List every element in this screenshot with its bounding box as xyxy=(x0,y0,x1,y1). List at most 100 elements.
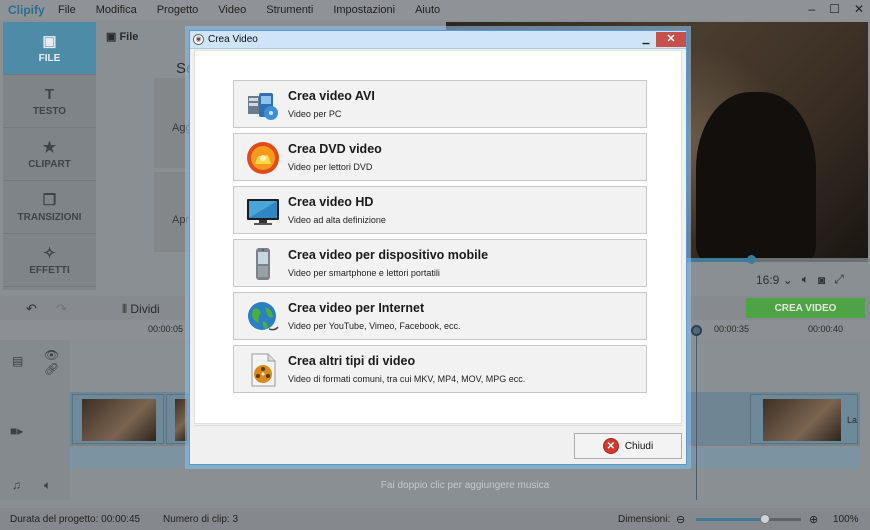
magic-wand-icon: ✧ xyxy=(43,245,56,262)
track-headers: ▤ 👁︎ 🔗︎ ■▸ ♫ 🔈︎ xyxy=(0,340,70,500)
option-dvd[interactable]: Crea DVD video Video per lettori DVD xyxy=(233,133,647,181)
film-document-icon xyxy=(251,353,276,387)
preview-subject xyxy=(696,92,816,258)
option-title: Crea video HD xyxy=(288,195,374,209)
zoom-value: 100% xyxy=(833,513,859,525)
volume-icon[interactable]: 🔈︎ xyxy=(802,272,809,287)
open-folder-box[interactable]: Apr xyxy=(154,172,190,252)
option-hd[interactable]: Crea video HD Video ad alta definizione xyxy=(233,186,647,234)
option-title: Crea video AVI xyxy=(288,89,375,103)
zoom-slider-handle[interactable] xyxy=(760,514,770,524)
sidebar-item-testo[interactable]: T TESTO xyxy=(3,75,96,128)
minimize-button[interactable]: – xyxy=(808,2,815,16)
sidebar-item-file[interactable]: ▣ FILE xyxy=(3,22,96,75)
menu-progetto[interactable]: Progetto xyxy=(157,4,199,16)
image-icon: ▣ xyxy=(106,31,120,43)
option-other-formats[interactable]: Crea altri tipi di video Video di format… xyxy=(233,345,647,393)
eye-icon[interactable]: 👁︎ xyxy=(44,348,59,362)
zoom-out-icon[interactable]: ⊖ xyxy=(676,513,685,526)
option-title: Crea altri tipi di video xyxy=(288,354,416,368)
seekbar-handle[interactable] xyxy=(747,255,756,264)
option-avi[interactable]: Crea video AVI Video per PC xyxy=(233,80,647,128)
option-title: Crea video per dispositivo mobile xyxy=(288,248,489,262)
dimensions-label: Dimensioni: xyxy=(618,513,671,525)
clip-label: La xyxy=(847,415,858,425)
create-video-button[interactable]: CREA VIDEO xyxy=(746,298,865,318)
close-window-button[interactable]: ✕ xyxy=(854,2,864,16)
fullscreen-icon[interactable]: ⤢ xyxy=(834,272,844,287)
sidebar-item-clipart[interactable]: ★ CLIPART xyxy=(3,128,96,181)
tab-file[interactable]: ▣ File xyxy=(106,30,138,43)
sidebar-item-label: FILE xyxy=(38,53,61,64)
window-controls: – ☐ ✕ xyxy=(808,2,864,16)
music-note-icon: ♫ xyxy=(12,478,21,492)
option-internet[interactable]: Crea video per Internet Video per YouTub… xyxy=(233,292,647,340)
zoom-in-icon[interactable]: ⊕ xyxy=(809,513,818,526)
add-files-box[interactable]: Agg xyxy=(154,78,192,168)
star-icon: ★ xyxy=(42,139,57,156)
ruler-tick: 00:00:40 xyxy=(808,324,844,334)
dialog-divider xyxy=(194,425,682,426)
split-button[interactable]: ⫴ Dividi xyxy=(122,302,160,317)
dialog-titlebar: ◉ Crea Video ▁ ✕ xyxy=(190,31,686,49)
undo-icon[interactable]: ↶ xyxy=(26,301,37,317)
option-subtitle: Video di formati comuni, tra cui MKV, MP… xyxy=(288,374,526,384)
create-video-dialog: ◉ Crea Video ▁ ✕ Crea video AVI Video pe… xyxy=(189,30,687,465)
link-icon[interactable]: 🔗︎ xyxy=(44,362,59,376)
dialog-close-x-button[interactable]: ✕ xyxy=(656,32,686,47)
sidebar-item-label: EFFETTI xyxy=(29,265,70,276)
zoom-slider-fill xyxy=(696,518,764,521)
transitions-icon: ❐ xyxy=(42,192,57,209)
music-track[interactable]: Fai doppio clic per aggiungere musica xyxy=(70,474,860,498)
mobile-phone-icon xyxy=(256,248,270,280)
menu-impostazioni[interactable]: Impostazioni xyxy=(333,4,395,16)
aspect-ratio-select[interactable]: 16:9 ⌄ xyxy=(756,273,793,287)
redo-icon[interactable]: ↷ xyxy=(56,301,67,317)
app-icon: ◉ xyxy=(193,34,204,45)
camera-icon[interactable]: ◙ xyxy=(818,273,825,287)
sidebar-item-effetti[interactable]: ✧ EFFETTI xyxy=(3,234,96,287)
close-button[interactable]: ✕ Chiudi xyxy=(574,433,682,459)
close-button-label: Chiudi xyxy=(624,440,654,452)
speaker-icon[interactable]: 🔈︎ xyxy=(44,478,51,493)
menu-strumenti[interactable]: Strumenti xyxy=(266,4,313,16)
playhead-line xyxy=(696,330,697,500)
dialog-title: Crea Video xyxy=(208,34,258,45)
option-subtitle: Video per YouTube, Vimeo, Facebook, ecc. xyxy=(288,321,461,331)
maximize-button[interactable]: ☐ xyxy=(829,2,840,16)
menu-video[interactable]: Video xyxy=(218,4,246,16)
video-camera-icon: ■▸ xyxy=(10,424,24,438)
project-duration: Durata del progetto: 00:00:45 xyxy=(10,513,141,525)
dialog-body: Crea video AVI Video per PC Crea DVD vid… xyxy=(194,50,682,424)
film-strip-icon: ▤ xyxy=(12,354,24,368)
status-bar: Durata del progetto: 00:00:45 Numero di … xyxy=(0,508,870,530)
sidebar-item-transizioni[interactable]: ❐ TRANSIZIONI xyxy=(3,181,96,234)
tab-file-label: File xyxy=(119,31,139,43)
clip-count: Numero di clip: 3 xyxy=(163,513,239,525)
globe-icon xyxy=(248,302,279,331)
menu-file[interactable]: File xyxy=(58,4,76,16)
aspect-ratio-value: 16:9 xyxy=(756,272,780,287)
dvd-disc-icon xyxy=(247,142,279,174)
option-subtitle: Video ad alta definizione xyxy=(288,215,386,225)
avi-film-icon xyxy=(248,93,278,120)
close-icon: ✕ xyxy=(602,438,619,454)
zoom-slider[interactable] xyxy=(696,514,801,524)
playhead-handle[interactable] xyxy=(691,325,702,336)
open-folder-label: Apr xyxy=(172,214,190,226)
video-clip[interactable] xyxy=(166,394,188,444)
menu-modifica[interactable]: Modifica xyxy=(96,4,137,16)
dialog-minimize-button[interactable]: ▁ xyxy=(637,33,655,46)
video-clip[interactable]: La xyxy=(750,394,858,444)
menu-aiuto[interactable]: Aiuto xyxy=(415,4,440,16)
option-subtitle: Video per smartphone e lettori portatili xyxy=(288,268,440,278)
sidebar-item-label: TRANSIZIONI xyxy=(17,212,82,223)
sidebar-item-label: TESTO xyxy=(32,105,67,117)
sidebar-item-label: CLIPART xyxy=(28,159,71,170)
app-logo: Clipify xyxy=(8,3,45,17)
option-mobile[interactable]: Crea video per dispositivo mobile Video … xyxy=(233,239,647,287)
option-subtitle: Video per PC xyxy=(288,109,342,119)
clip-thumbnail xyxy=(82,399,156,441)
video-clip[interactable] xyxy=(72,394,164,444)
text-t-icon: T xyxy=(44,85,55,103)
